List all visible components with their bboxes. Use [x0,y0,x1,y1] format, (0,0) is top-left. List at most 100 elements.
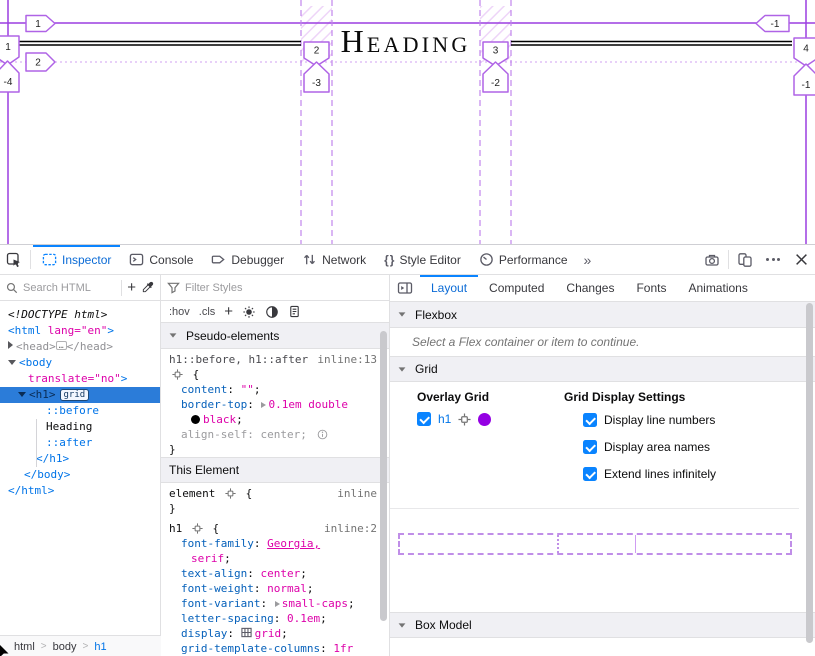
tab-performance[interactable]: Performance [470,245,577,274]
selector-highlighter-icon[interactable] [225,488,236,499]
decl-font-weight[interactable]: font-weight: normal; [161,581,389,596]
collapse-icon[interactable] [18,392,26,397]
tree-row-text[interactable]: Heading [0,419,160,435]
expand-icon[interactable] [8,341,13,349]
expand-value-icon[interactable] [275,601,280,607]
eyedropper-button[interactable] [141,281,154,294]
rule-location-link[interactable]: inline [337,486,377,501]
layout-scrollbar[interactable] [806,303,813,643]
sidebar-toggle-button[interactable] [390,275,420,301]
color-swatch-black[interactable] [191,415,200,424]
tree-row-h1-selected[interactable]: <h1>grid [0,387,160,403]
rule-open: { [161,367,389,382]
tree-row-head-collapsed[interactable]: <head>…</head> [0,339,160,355]
close-devtools-button[interactable] [787,245,815,274]
overlay-grid-checkbox[interactable] [417,412,431,426]
decl-font-family[interactable]: font-family: Georgia, [161,536,389,551]
font-link[interactable]: Georgia, [267,537,320,550]
search-input[interactable]: Search HTML [23,282,116,294]
decl-font-family-wrap[interactable]: serif; [161,551,389,566]
extend-lines-infinitely-checkbox[interactable] [583,467,597,481]
tab-inspector[interactable]: Inspector [33,245,120,274]
collapsed-ellipsis[interactable]: … [56,341,67,350]
tab-fonts[interactable]: Fonts [625,275,677,301]
inactive-info-icon[interactable] [317,429,328,440]
tree-row-html-open[interactable]: <html lang="en"> [0,323,160,339]
tab-debugger[interactable]: Debugger [202,245,293,274]
breadcrumb-item-h1[interactable]: h1 [94,641,106,653]
pick-element-button[interactable] [0,245,28,274]
pseudo-class-toggle[interactable]: :hov [169,306,190,318]
tab-overflow-button[interactable]: » [577,245,599,274]
rule-location-link[interactable]: inline:13 [317,352,377,367]
tree-row-after[interactable]: ::after [0,435,160,451]
markup-tree: <!DOCTYPE html> <html lang="en"> <head>…… [0,301,160,635]
tree-row-doctype[interactable]: <!DOCTYPE html> [0,307,160,323]
decl-display[interactable]: display: grid; [161,626,389,641]
performance-icon [479,252,494,267]
decl-font-variant[interactable]: font-variant: small-caps; [161,596,389,611]
dark-theme-sim-icon[interactable] [265,305,279,319]
tab-label: Performance [499,253,568,267]
network-icon [302,252,317,267]
grid-color-swatch[interactable] [478,413,491,426]
tab-network[interactable]: Network [293,245,375,274]
badge-label: 1 [35,19,41,30]
mouse-cursor [0,643,12,656]
rule-selector-element[interactable]: element { inline [161,486,389,501]
rule-location-link[interactable]: inline:2 [324,521,377,536]
selector-highlighter-icon[interactable] [172,369,183,380]
tree-row-body-attr[interactable]: translate="no"> [0,371,160,387]
meatball-menu-button[interactable] [759,245,787,274]
tree-row-body-close[interactable]: </body> [0,467,160,483]
rule-selector-h1[interactable]: h1 { inline:2 [161,521,389,536]
tree-row-h1-close[interactable]: </h1> [0,451,160,467]
filter-styles-input[interactable]: Filter Styles [185,282,242,294]
decl-border-top-wrap[interactable]: black; [161,412,389,427]
decl-letter-spacing[interactable]: letter-spacing: 0.1em; [161,611,389,626]
display-area-names-checkbox[interactable] [583,440,597,454]
tab-console[interactable]: Console [120,245,202,274]
highlight-grid-icon[interactable] [458,413,471,426]
responsive-design-mode-button[interactable] [731,245,759,274]
tab-layout[interactable]: Layout [420,275,478,301]
add-node-button[interactable]: + [127,282,136,294]
add-rule-button[interactable]: + [224,307,233,317]
collapse-icon[interactable] [8,360,16,365]
decl-grid-template-columns[interactable]: grid-template-columns: 1fr [161,641,389,656]
sidebar-tabs: Layout Computed Changes Fonts Animations [390,275,815,302]
tree-row-body-open[interactable]: <body [0,355,160,371]
display-line-numbers-checkbox[interactable] [583,413,597,427]
grid-badge[interactable]: grid [60,389,90,401]
close-icon [795,253,808,266]
grid-outline-preview[interactable] [398,533,792,555]
tab-style-editor[interactable]: { } Style Editor [375,245,470,274]
tab-animations[interactable]: Animations [677,275,758,301]
rule-selector[interactable]: h1::before, h1::after inline:13 [161,352,389,367]
decl-border-top[interactable]: border-top: 0.1em double [161,397,389,412]
decl-align-self-inactive[interactable]: align-self: center; [161,427,389,442]
toolbar-separator [121,280,122,296]
section-pseudo-elements[interactable]: Pseudo-elements [161,323,389,349]
breadcrumb-item-html[interactable]: html [14,641,35,653]
print-media-sim-icon[interactable] [288,305,301,318]
selector-highlighter-icon[interactable] [192,523,203,534]
tree-row-html-close[interactable]: </html> [0,483,160,499]
grid-toggle-icon[interactable] [241,627,252,638]
tab-changes[interactable]: Changes [555,275,625,301]
decl-content[interactable]: content: ""; [161,382,389,397]
section-flexbox[interactable]: Flexbox [390,302,815,328]
section-box-model[interactable]: Box Model [390,612,815,638]
breadcrumb-item-body[interactable]: body [53,641,77,653]
decl-text-align[interactable]: text-align: center; [161,566,389,581]
rules-scrollbar[interactable] [380,331,387,621]
section-grid[interactable]: Grid [390,356,815,382]
tree-row-before[interactable]: ::before [0,403,160,419]
overlay-grid-item: h1 [417,412,491,426]
expand-value-icon[interactable] [261,402,266,408]
tab-computed[interactable]: Computed [478,275,555,301]
light-theme-sim-icon[interactable] [242,305,256,319]
class-toggle[interactable]: .cls [199,306,216,318]
screenshot-button[interactable] [698,245,726,274]
setting-area-names: Display area names [583,440,710,454]
